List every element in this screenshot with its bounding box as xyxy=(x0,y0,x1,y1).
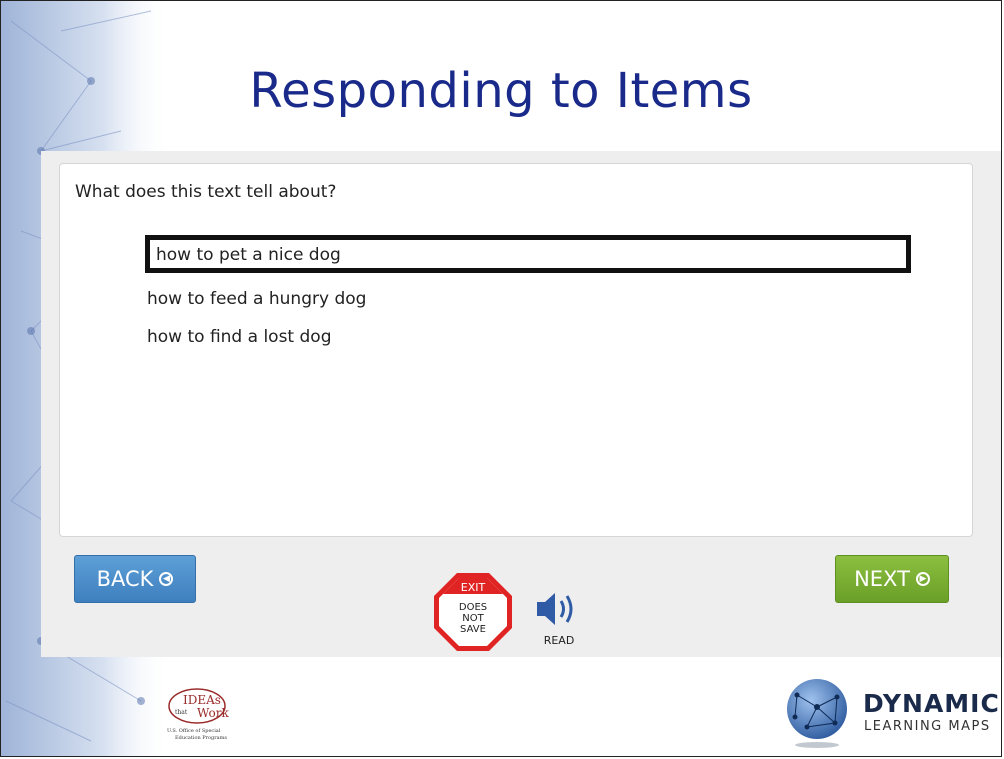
slide-title: Responding to Items xyxy=(249,63,753,119)
dlm-logo-title: DYNAMIC xyxy=(863,689,1000,718)
svg-text:Education Programs: Education Programs xyxy=(175,735,227,741)
dynamic-learning-maps-globe-icon xyxy=(787,679,847,748)
exit-sublabel: DOES NOT SAVE xyxy=(458,602,488,635)
arrow-left-icon: ◀ xyxy=(159,572,174,586)
question-prompt: What does this text tell about? xyxy=(75,182,337,202)
arrow-right-icon: ▶ xyxy=(915,572,930,586)
answer-option-3[interactable]: how to find a lost dog xyxy=(147,327,332,347)
next-button-label: NEXT xyxy=(854,567,910,591)
svg-text:that: that xyxy=(175,709,188,716)
read-aloud-button[interactable]: READ xyxy=(531,586,591,648)
question-card xyxy=(59,163,973,537)
answer-option-2[interactable]: how to feed a hungry dog xyxy=(147,289,366,309)
svg-text:IDEAs: IDEAs xyxy=(183,693,221,707)
back-button[interactable]: BACK ◀ xyxy=(74,555,196,603)
exit-label: EXIT xyxy=(460,581,486,594)
slide-frame: Responding to Items What does this text … xyxy=(0,0,1002,757)
back-button-label: BACK xyxy=(96,567,154,591)
answer-option-1[interactable]: how to pet a nice dog xyxy=(145,235,911,273)
ideas-that-work-logo: IDEAs that Work U.S. Office of Special E… xyxy=(167,688,229,741)
svg-text:U.S. Office of Special: U.S. Office of Special xyxy=(167,728,221,734)
dlm-logo-subtitle: LEARNING MAPS xyxy=(864,719,991,734)
svg-text:Work: Work xyxy=(197,706,229,720)
speaker-icon xyxy=(537,593,573,625)
read-label: READ xyxy=(543,634,575,647)
next-button[interactable]: NEXT ▶ xyxy=(835,555,949,603)
exit-button[interactable]: EXIT DOES NOT SAVE xyxy=(433,572,513,652)
